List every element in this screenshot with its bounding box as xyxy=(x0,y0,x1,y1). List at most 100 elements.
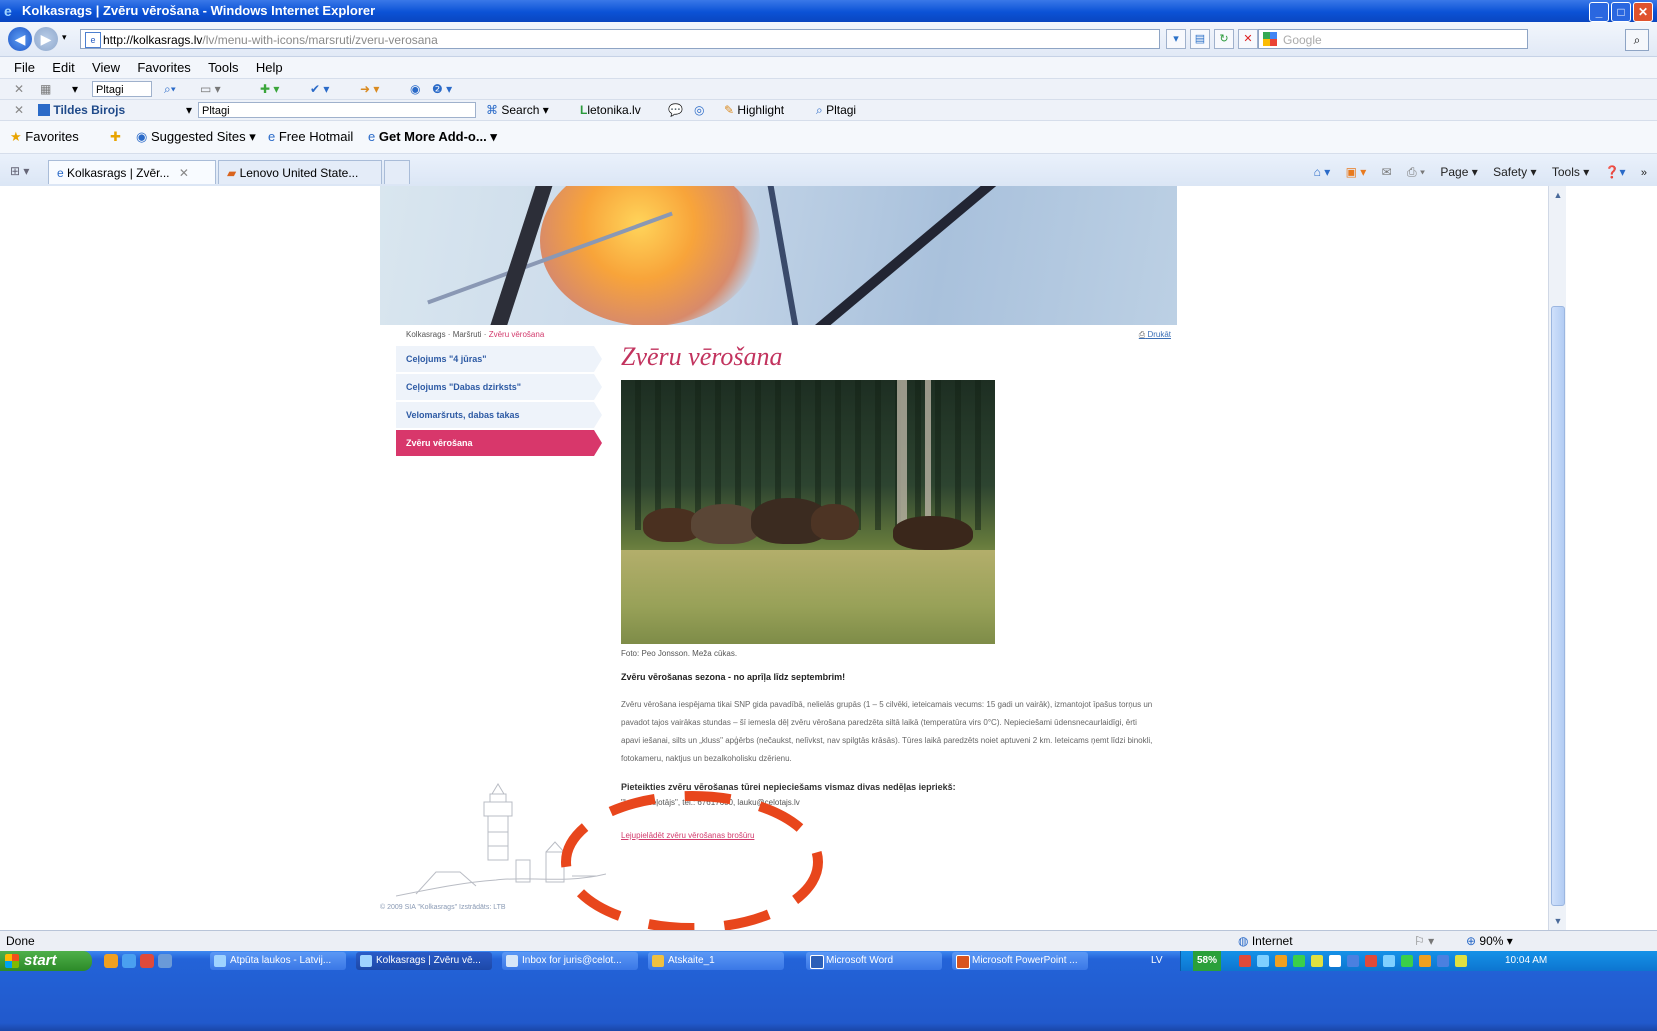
favorite-free-hotmail[interactable]: e Free Hotmail xyxy=(268,121,353,153)
tray-icon[interactable] xyxy=(1365,955,1377,967)
nav-item-4-juras[interactable]: Ceļojums "4 jūras" xyxy=(396,346,602,372)
task-inbox[interactable]: Inbox for juris@celot... xyxy=(502,952,638,970)
search-field[interactable]: Google xyxy=(1258,29,1528,49)
chevron-more-icon[interactable]: » xyxy=(1641,167,1647,179)
breadcrumb-home[interactable]: Kolkasrags xyxy=(406,330,446,339)
favorites-button[interactable]: ★ Favorites xyxy=(10,121,79,153)
menu-help[interactable]: Help xyxy=(256,57,283,78)
forward-button[interactable]: ▶ xyxy=(34,27,58,51)
toolbar1-field[interactable]: Pltagi xyxy=(92,81,152,97)
stop-icon[interactable]: ✕ xyxy=(1238,29,1258,49)
toolbar1-arrow-icon[interactable]: ➜ ▾ xyxy=(360,79,379,99)
quicklaunch-icon[interactable] xyxy=(158,954,172,968)
favorite-get-more-addons[interactable]: e Get More Add-o... ▾ xyxy=(368,121,497,153)
task-kolkasrags[interactable]: Kolkasrags | Zvēru vē... xyxy=(356,952,492,970)
scrollbar-thumb[interactable] xyxy=(1551,306,1565,906)
toolbar2-close-icon[interactable]: ✕ xyxy=(14,100,24,120)
scroll-up-icon[interactable]: ▲ xyxy=(1551,188,1565,202)
toolbar1-dropdown-icon[interactable]: ▾ xyxy=(72,79,78,99)
favorite-suggested-sites[interactable]: ◉ Suggested Sites ▾ xyxy=(136,121,256,153)
task-atputa[interactable]: Atpūta laukos - Latvij... xyxy=(210,952,346,970)
tildes-birojs-label[interactable]: Tildes Birojs xyxy=(38,100,125,120)
address-field[interactable]: e http://kolkasrags.lv/lv/menu-with-icon… xyxy=(80,29,1160,49)
toolbar2-dropdown-icon[interactable]: ▾ xyxy=(186,100,192,120)
feeds-icon[interactable]: ▣ ▾ xyxy=(1346,165,1367,179)
safety-menu[interactable]: Safety ▾ xyxy=(1493,165,1536,179)
menu-tools[interactable]: Tools xyxy=(208,57,238,78)
nav-item-zveru-verosana[interactable]: Zvēru vērošana xyxy=(396,430,602,456)
toolbar2-search[interactable]: ⌘ Search ▾ xyxy=(486,100,549,120)
menu-view[interactable]: View xyxy=(92,57,120,78)
read-mail-icon[interactable]: ✉ xyxy=(1382,165,1392,179)
vertical-scrollbar[interactable]: ▲ ▼ xyxy=(1548,186,1567,930)
nav-item-velomarsruts[interactable]: Velomaršruts, dabas takas xyxy=(396,402,602,428)
quick-tabs-icon[interactable]: ⊞ ▾ xyxy=(10,164,29,178)
toolbar1-page-icon[interactable]: ▭ ▾ xyxy=(200,79,221,99)
tray-icon[interactable] xyxy=(1311,955,1323,967)
pltagi-button[interactable]: ⌕ Pltagi xyxy=(816,100,856,120)
menu-file[interactable]: File xyxy=(14,57,35,78)
tray-icon[interactable] xyxy=(1293,955,1305,967)
breadcrumb-routes[interactable]: Maršruti xyxy=(453,330,482,339)
tray-icon[interactable] xyxy=(1419,955,1431,967)
toolbar1-help-icon[interactable]: ❷ ▾ xyxy=(432,79,452,99)
tray-icon[interactable] xyxy=(1383,955,1395,967)
compatibility-view-icon[interactable]: ▤ xyxy=(1190,29,1210,49)
nav-item-dabas-dzirksts[interactable]: Ceļojums "Dabas dzirksts" xyxy=(396,374,602,400)
address-dropdown-icon[interactable]: ▾ xyxy=(1166,29,1186,49)
toolbar1-close-icon[interactable]: ✕ xyxy=(14,79,24,99)
tray-icon[interactable] xyxy=(1239,955,1251,967)
zoom-control[interactable]: ⊕ 90% ▾ xyxy=(1466,931,1513,952)
tray-icon[interactable] xyxy=(1275,955,1287,967)
print-icon[interactable]: ⎙ ▾ xyxy=(1407,165,1425,179)
print-link[interactable]: ⎙ Drukāt xyxy=(1139,330,1171,340)
toolbar2-field[interactable]: Pltagi xyxy=(198,102,476,118)
back-button[interactable]: ◀ xyxy=(8,27,32,51)
tab-lenovo[interactable]: ▰ Lenovo United State... xyxy=(218,160,382,184)
toolbar2-comment-icon[interactable]: 💬 xyxy=(668,100,683,120)
close-button[interactable]: ✕ xyxy=(1633,2,1653,22)
quicklaunch-icon[interactable] xyxy=(104,954,118,968)
minimize-button[interactable]: _ xyxy=(1589,2,1609,22)
help-icon[interactable]: ❓▾ xyxy=(1605,165,1626,179)
protected-mode-icon[interactable]: ⚐ ▾ xyxy=(1414,931,1434,952)
page-menu[interactable]: Page ▾ xyxy=(1440,165,1477,179)
free-hotmail-label: Free Hotmail xyxy=(278,129,354,144)
tray-icon[interactable] xyxy=(1329,955,1341,967)
quicklaunch-ie-icon[interactable] xyxy=(122,954,136,968)
toolbar1-globe-icon[interactable]: ◉ xyxy=(410,79,420,99)
toolbar2-globe-icon[interactable]: ◎ xyxy=(694,100,704,120)
add-favorite-icon[interactable]: ✚ xyxy=(110,121,121,153)
tray-icon[interactable] xyxy=(1437,955,1449,967)
menu-bar: File Edit View Favorites Tools Help xyxy=(0,57,1657,79)
tab-kolkasrags[interactable]: e Kolkasrags | Zvēr... ✕ xyxy=(48,160,216,184)
quicklaunch-icon[interactable] xyxy=(140,954,154,968)
toolbar1-check-icon[interactable]: ✔ ▾ xyxy=(310,79,329,99)
task-powerpoint[interactable]: Microsoft PowerPoint ... xyxy=(952,952,1088,970)
toolbar1-search-icon[interactable]: ⌕▾ xyxy=(164,79,176,99)
tools-menu[interactable]: Tools ▾ xyxy=(1552,165,1589,179)
start-button[interactable]: start xyxy=(0,951,92,971)
maximize-button[interactable]: □ xyxy=(1611,2,1631,22)
tray-icon[interactable] xyxy=(1347,955,1359,967)
refresh-icon[interactable]: ↻ xyxy=(1214,29,1234,49)
tray-icon[interactable] xyxy=(1455,955,1467,967)
menu-edit[interactable]: Edit xyxy=(52,57,74,78)
highlight-button[interactable]: ✎ Highlight xyxy=(724,100,784,120)
language-indicator[interactable]: LV xyxy=(1151,951,1163,971)
tray-icon[interactable] xyxy=(1401,955,1413,967)
search-icon[interactable]: ⌕ xyxy=(1625,29,1649,51)
tab-close-icon[interactable]: ✕ xyxy=(179,166,189,180)
new-tab-button[interactable] xyxy=(384,160,410,184)
clock[interactable]: 10:04 AM xyxy=(1505,951,1547,971)
battery-indicator[interactable]: 58% xyxy=(1193,951,1222,971)
history-dropdown-icon[interactable]: ▾ xyxy=(62,32,67,43)
tray-icon[interactable] xyxy=(1257,955,1269,967)
home-icon[interactable]: ⌂ ▾ xyxy=(1314,165,1331,179)
scroll-down-icon[interactable]: ▼ xyxy=(1551,914,1565,928)
menu-favorites[interactable]: Favorites xyxy=(137,57,190,78)
task-atskaite[interactable]: Atskaite_1 xyxy=(648,952,784,970)
letonika-button[interactable]: Lletonika.lv xyxy=(580,100,641,120)
toolbar1-plus-icon[interactable]: ✚ ▾ xyxy=(260,79,279,99)
task-word[interactable]: Microsoft Word xyxy=(806,952,942,970)
